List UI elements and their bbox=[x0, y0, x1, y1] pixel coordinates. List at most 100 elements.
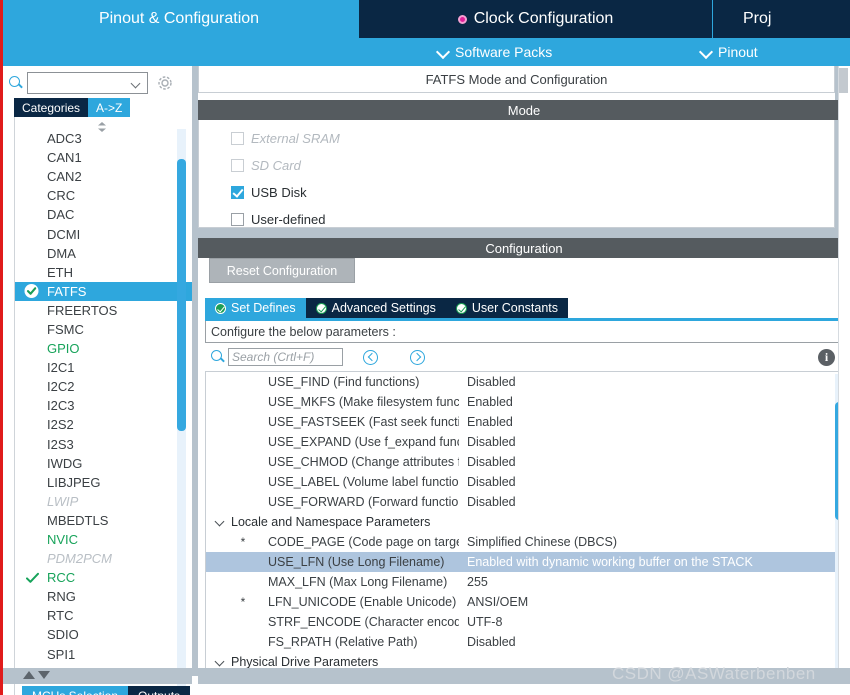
parameter-value[interactable]: Disabled bbox=[459, 375, 847, 389]
parameter-row[interactable]: USE_LABEL (Volume label functions) Disabl… bbox=[206, 472, 847, 492]
parameter-value[interactable]: Enabled with dynamic working buffer on t… bbox=[459, 555, 847, 569]
parameter-row[interactable]: USE_FIND (Find functions) Disabled bbox=[206, 372, 847, 392]
sidebar-item-crc[interactable]: CRC bbox=[15, 186, 175, 205]
sidebar-item-rcc[interactable]: RCC bbox=[15, 568, 175, 587]
sidebar-item-rng[interactable]: RNG bbox=[15, 587, 175, 606]
sidebar-item-nvic[interactable]: NVIC bbox=[15, 530, 175, 549]
parameter-row[interactable]: FS_RPATH (Relative Path) Disabled bbox=[206, 632, 847, 652]
tab-categories[interactable]: Categories bbox=[14, 98, 89, 117]
arrow-up-icon[interactable] bbox=[23, 671, 35, 679]
parameter-row[interactable]: USE_FASTSEEK (Fast seek function) Enabled bbox=[206, 412, 847, 432]
sidebar-item-dma[interactable]: DMA bbox=[15, 244, 175, 263]
sidebar-item-i2c2[interactable]: I2C2 bbox=[15, 377, 175, 396]
reset-configuration-button[interactable]: Reset Configuration bbox=[209, 258, 355, 283]
window-left-edge bbox=[0, 0, 3, 695]
sidebar-item-i2c3[interactable]: I2C3 bbox=[15, 396, 175, 415]
sidebar-item-spi1[interactable]: SPI1 bbox=[15, 645, 175, 664]
checkbox-checked-icon[interactable] bbox=[231, 186, 244, 199]
sidebar-item-label: DMA bbox=[47, 245, 76, 261]
tab-clock-configuration-label: Clock Configuration bbox=[473, 10, 614, 27]
search-icon bbox=[210, 349, 226, 365]
sidebar-item-iwdg[interactable]: IWDG bbox=[15, 454, 175, 473]
checkbox-user-defined[interactable]: User-defined bbox=[231, 212, 325, 227]
tab-a-to-z[interactable]: A->Z bbox=[88, 98, 131, 117]
window-scrollbar-track[interactable] bbox=[838, 66, 850, 676]
tab-project-manager-label: Proj bbox=[743, 10, 772, 27]
parameter-value[interactable]: Disabled bbox=[459, 495, 847, 509]
sidebar-item-fatfs[interactable]: FATFS bbox=[15, 281, 192, 301]
parameter-row[interactable]: STRF_ENCODE (Character encoding)UTF-8 bbox=[206, 612, 847, 632]
parameter-group-header[interactable]: Locale and Namespace Parameters bbox=[206, 512, 847, 532]
chevron-down-icon[interactable] bbox=[214, 656, 226, 668]
parameter-value[interactable]: Enabled bbox=[459, 395, 847, 409]
parameter-value[interactable]: Enabled bbox=[459, 415, 847, 429]
parameter-row[interactable]: USE_LFN (Use Long Filename) Enabled with … bbox=[206, 552, 847, 572]
scroll-spinner-icon[interactable] bbox=[95, 119, 109, 132]
sidebar-item-i2c1[interactable]: I2C1 bbox=[15, 358, 175, 377]
info-icon[interactable]: i bbox=[818, 348, 835, 366]
tab-outputs[interactable]: Outputs bbox=[128, 686, 191, 695]
sidebar-item-i2s3[interactable]: I2S3 bbox=[15, 435, 175, 454]
window-scrollbar-thumb[interactable] bbox=[839, 68, 848, 93]
arrow-down-icon[interactable] bbox=[38, 671, 50, 679]
sidebar-item-can2[interactable]: CAN2 bbox=[15, 167, 175, 186]
checkbox-icon[interactable] bbox=[231, 132, 244, 145]
tab-project-manager[interactable]: Proj bbox=[712, 0, 850, 38]
tab-pinout-and-configuration[interactable]: Pinout & Configuration bbox=[0, 0, 358, 38]
search-next-icon[interactable] bbox=[410, 349, 425, 365]
parameter-value[interactable]: UTF-8 bbox=[459, 615, 847, 629]
sidebar-item-dac[interactable]: DAC bbox=[15, 205, 175, 224]
parameter-name: USE_FIND (Find functions) bbox=[268, 375, 420, 389]
modified-dot-icon bbox=[457, 14, 467, 24]
sidebar-item-adc3[interactable]: ADC3 bbox=[15, 129, 175, 148]
chevron-down-icon[interactable] bbox=[214, 516, 226, 528]
menu-software-packs[interactable]: Software Packs bbox=[437, 44, 552, 60]
checkbox-icon[interactable] bbox=[231, 213, 244, 226]
tab-user-constants[interactable]: User Constants bbox=[445, 298, 569, 318]
chevron-down-icon[interactable] bbox=[132, 80, 141, 89]
sidebar-item-sdio[interactable]: SDIO bbox=[15, 625, 175, 644]
checkbox-sd-card[interactable]: SD Card bbox=[231, 158, 301, 173]
tab-mcus-selection[interactable]: MCUs Selection bbox=[22, 686, 129, 695]
sidebar-item-lwip[interactable]: LWIP bbox=[15, 492, 175, 511]
search-previous-icon[interactable] bbox=[363, 349, 378, 365]
sidebar-item-dcmi[interactable]: DCMI bbox=[15, 224, 175, 243]
parameter-value[interactable]: ANSI/OEM bbox=[459, 595, 847, 609]
gear-icon[interactable] bbox=[157, 75, 173, 91]
parameter-value[interactable]: Disabled bbox=[459, 475, 847, 489]
parameter-row[interactable]: * LFN_UNICODE (Enable Unicode) ANSI/OEM bbox=[206, 592, 847, 612]
checkbox-usb-disk[interactable]: USB Disk bbox=[231, 185, 307, 200]
tab-clock-configuration[interactable]: Clock Configuration bbox=[358, 0, 712, 38]
parameter-row[interactable]: USE_MKFS (Make filesystem function)Enabl… bbox=[206, 392, 847, 412]
checkbox-usb-disk-label: USB Disk bbox=[251, 185, 307, 200]
checkbox-icon[interactable] bbox=[231, 159, 244, 172]
sidebar-item-eth[interactable]: ETH bbox=[15, 263, 175, 282]
parameter-row[interactable]: USE_FORWARD (Forward function) Disabled bbox=[206, 492, 847, 512]
sidebar-item-fsmc[interactable]: FSMC bbox=[15, 320, 175, 339]
category-list-scrollbar-thumb[interactable] bbox=[177, 159, 186, 431]
sidebar-item-pdm2pcm[interactable]: PDM2PCM bbox=[15, 549, 175, 568]
tab-set-defines[interactable]: Set Defines bbox=[205, 298, 306, 318]
configure-hint: Configure the below parameters : bbox=[205, 321, 848, 343]
sidebar-item-rtc[interactable]: RTC bbox=[15, 606, 175, 625]
menu-pinout[interactable]: Pinout bbox=[700, 44, 758, 60]
parameter-row[interactable]: * CODE_PAGE (Code page on target) Simplifi… bbox=[206, 532, 847, 552]
parameter-search-input[interactable]: Search (Crtl+F) bbox=[228, 348, 343, 366]
sidebar-item-libjpeg[interactable]: LIBJPEG bbox=[15, 473, 175, 492]
parameter-row[interactable]: USE_CHMOD (Change attributes function)Di… bbox=[206, 452, 847, 472]
sidebar-item-mbedtls[interactable]: MBEDTLS bbox=[15, 511, 175, 530]
search-input[interactable] bbox=[27, 72, 148, 94]
tab-advanced-settings[interactable]: Advanced Settings bbox=[305, 298, 446, 318]
parameter-value[interactable]: Disabled bbox=[459, 635, 847, 649]
sidebar-item-i2s2[interactable]: I2S2 bbox=[15, 415, 175, 434]
checkbox-external-sram[interactable]: External SRAM bbox=[231, 131, 340, 146]
parameter-value[interactable]: Simplified Chinese (DBCS) bbox=[459, 535, 847, 549]
sidebar-item-freertos[interactable]: FREERTOS bbox=[15, 301, 175, 320]
parameter-value[interactable]: 255 bbox=[459, 575, 847, 589]
parameter-value[interactable]: Disabled bbox=[459, 435, 847, 449]
parameter-row[interactable]: USE_EXPAND (Use f_expand function)Disabl… bbox=[206, 432, 847, 452]
parameter-row[interactable]: MAX_LFN (Max Long Filename) 255 bbox=[206, 572, 847, 592]
parameter-value[interactable]: Disabled bbox=[459, 455, 847, 469]
sidebar-item-can1[interactable]: CAN1 bbox=[15, 148, 175, 167]
sidebar-item-gpio[interactable]: GPIO bbox=[15, 339, 175, 358]
